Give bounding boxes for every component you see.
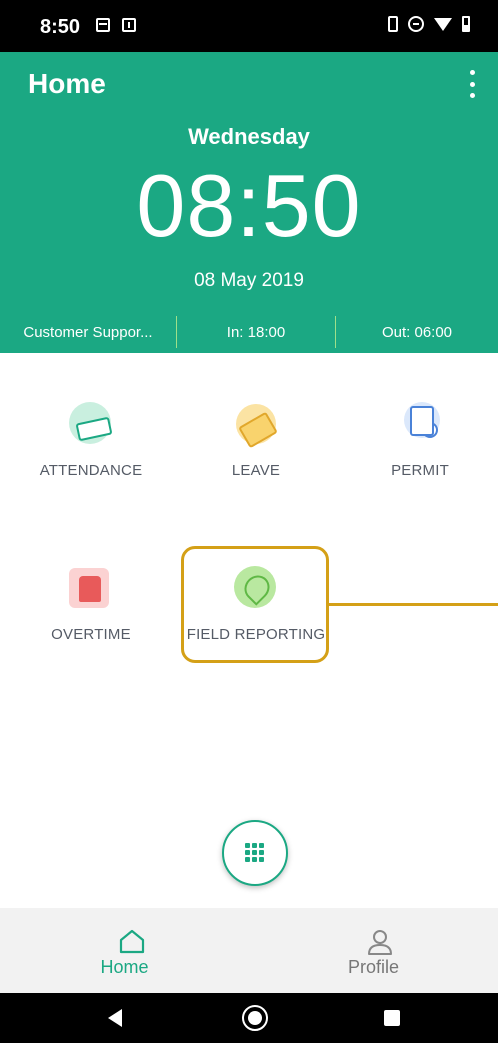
status-bar: 8:50	[0, 0, 498, 52]
status-right-icons	[388, 16, 470, 32]
page-title: Home	[28, 68, 106, 99]
nav-home-label: Home	[100, 957, 149, 977]
nav-profile-label: Profile	[347, 957, 400, 977]
battery-icon	[462, 16, 470, 32]
shift-name: Customer Suppor...	[0, 316, 177, 348]
wifi-icon	[434, 17, 452, 31]
menu-attendance-label: ATTENDANCE	[39, 462, 143, 479]
download-notification-icon	[122, 18, 136, 32]
clock-out-time: Out: 06:00	[381, 323, 453, 341]
day-label: Wednesday	[188, 124, 310, 149]
overtime-icon	[63, 562, 119, 618]
menu-leave-label: LEAVE	[231, 462, 281, 479]
highlight-connector-line	[329, 603, 498, 606]
shift-info-row: Customer Suppor... In: 18:00 Out: 06:00	[0, 314, 498, 350]
leave-icon	[228, 398, 284, 454]
profile-icon	[368, 930, 392, 955]
menu-overtime-label: OVERTIME	[51, 626, 131, 643]
nav-home[interactable]: Home	[0, 908, 249, 993]
bottom-navigation: Home Profile	[0, 908, 498, 993]
system-home-icon[interactable]	[242, 1005, 268, 1031]
system-navigation-bar	[0, 993, 498, 1043]
menu-leave[interactable]: LEAVE	[176, 398, 336, 479]
recent-apps-icon[interactable]	[384, 1010, 400, 1026]
grid-icon	[245, 843, 265, 863]
calendar-notification-icon	[96, 18, 110, 32]
menu-overtime[interactable]: OVERTIME	[11, 562, 171, 643]
apps-grid-button[interactable]	[222, 820, 288, 886]
permit-icon	[392, 398, 448, 454]
status-left-icons	[96, 18, 136, 32]
home-header: Home Wednesday 08:50 08 May 2019 Custome…	[0, 52, 498, 353]
menu-attendance[interactable]: ATTENDANCE	[11, 398, 171, 479]
do-not-disturb-icon	[408, 16, 424, 32]
menu-permit-label: PERMIT	[391, 462, 449, 479]
attendance-icon	[63, 398, 119, 454]
clock-display: 08:50	[136, 156, 362, 255]
field-reporting-highlight	[181, 546, 329, 663]
clock-in-time: In: 18:00	[177, 316, 336, 348]
home-icon	[119, 929, 145, 954]
menu-permit[interactable]: PERMIT	[340, 398, 498, 479]
date-label: 08 May 2019	[194, 270, 304, 291]
vibrate-icon	[388, 16, 398, 32]
status-time: 8:50	[40, 16, 81, 38]
back-icon[interactable]	[108, 1009, 122, 1027]
overflow-menu-icon[interactable]	[462, 70, 482, 98]
